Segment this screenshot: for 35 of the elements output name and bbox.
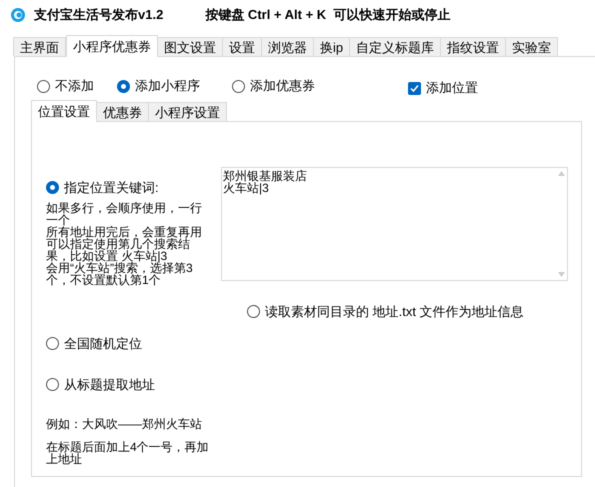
radio-option[interactable]: 添加小程序 [117,76,232,96]
help-text: 会用“火车站”搜索，选择第3个，不设置默认第1个 [46,262,194,286]
app-logo-icon [10,7,26,23]
window-title: 支付宝生活号发布v1.2 [34,6,164,24]
radio-option[interactable]: 全国随机定位 [46,334,221,353]
scroll-up-icon[interactable] [558,171,564,176]
tab[interactable]: 指纹设置 [440,37,506,56]
radio-option[interactable]: 指定位置关键词: [46,178,221,198]
scroll-down-icon[interactable] [558,272,564,277]
sub-tab[interactable]: 位置设置 [31,100,97,122]
help-text: 可以指定使用第几个搜索结果，比如设置 火车站|3 [46,238,190,262]
tab[interactable]: 实验室 [505,37,558,56]
keywords-textarea[interactable]: 郑州银基服装店 火车站|3 [221,167,568,281]
sub-tab[interactable]: 优惠券 [96,102,149,121]
help-text: 例如：大风吹——郑州火车站 [46,416,203,432]
shortcut-hint: 按键盘 Ctrl + Alt + K 可以快速开始或停止 [205,6,450,24]
help-text: 在标题后面加上4个一号，再加上地址 [46,440,210,464]
sub-tab[interactable]: 小程序设置 [148,102,227,121]
tab[interactable]: 自定义标题库 [349,37,442,56]
tab[interactable]: 主界面 [13,37,66,56]
tab[interactable]: 小程序优惠券 [66,35,158,57]
tab[interactable]: 换ip [313,37,350,56]
text-line: 火车站|3 [223,182,270,194]
tab[interactable]: 浏览器 [261,37,314,56]
add-location-checkbox[interactable]: 添加位置 [408,78,478,98]
tab[interactable]: 图文设置 [157,37,223,56]
radio-option[interactable]: 读取素材同目录的 地址.txt 文件作为地址信息 [247,302,568,322]
text-line: 郑州银基服装店 [223,170,308,182]
radio-option[interactable]: 不添加 [37,76,117,96]
help-text: 所有地址用完后，会重复再用 [46,226,203,238]
radio-option[interactable]: 添加优惠券 [232,76,352,96]
tab[interactable]: 设置 [222,37,262,56]
checkmark-icon [410,84,419,92]
radio-option[interactable]: 从标题提取地址 [46,375,221,394]
help-text: 如果多行，会顺序使用，一行一个 [46,202,203,226]
